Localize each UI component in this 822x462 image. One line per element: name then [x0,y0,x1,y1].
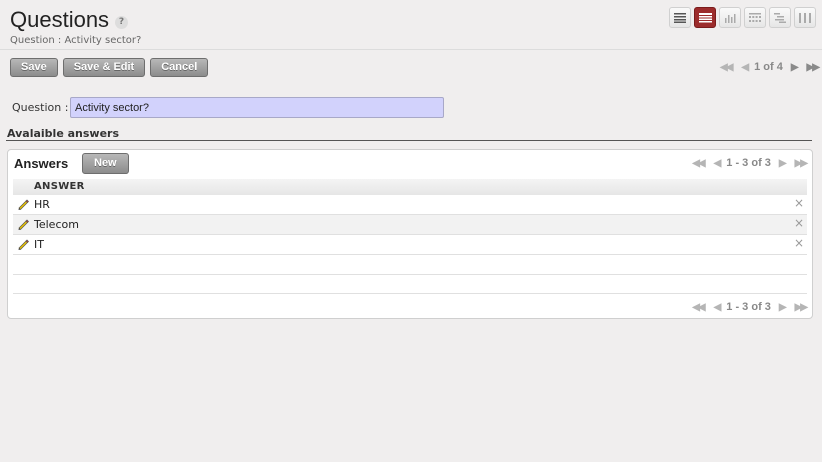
calendar-view-icon [749,12,761,22]
gantt-view-icon [774,12,786,23]
pencil-icon[interactable] [17,238,29,250]
answers-panel: Answers New ◀◀ ◀ 1 - 3 of 3 ▶ ▶▶ ANSWER … [7,149,813,319]
graph-view-icon [725,13,736,23]
new-answer-button[interactable]: New [82,153,129,174]
calendar-view-button[interactable] [744,7,766,28]
section-title: Avalaible answers [7,127,120,140]
graph-view-button[interactable] [719,7,741,28]
list-view-icon [674,12,686,23]
table-row[interactable]: Telecom × [13,215,807,235]
last-record-icon[interactable]: ▶▶ [807,62,820,73]
prev-record-icon[interactable]: ◀ [741,62,749,73]
help-icon[interactable]: ? [115,16,128,29]
answer-cell: IT [34,238,44,251]
last-page-icon[interactable]: ▶▶ [795,302,808,313]
table-row[interactable]: HR × [13,195,807,215]
answer-column-label: ANSWER [34,181,85,192]
prev-page-icon[interactable]: ◀ [714,158,722,169]
delete-icon[interactable]: × [794,196,804,210]
page-header: Questions ? Question : Activity sector? [0,0,822,50]
first-page-icon[interactable]: ◀◀ [692,302,705,313]
last-page-icon[interactable]: ▶▶ [795,158,808,169]
table-row[interactable]: IT × [13,235,807,255]
empty-row [13,256,807,275]
prev-page-icon[interactable]: ◀ [714,302,722,313]
answer-column-header[interactable]: ANSWER [13,179,807,196]
first-page-icon[interactable]: ◀◀ [692,158,705,169]
gantt-view-button[interactable] [769,7,791,28]
delete-icon[interactable]: × [794,216,804,230]
record-pager: ◀◀ ◀ 1 of 4 ▶ ▶▶ [720,61,820,73]
save-and-edit-button[interactable]: Save & Edit [62,58,146,77]
answers-pager-bottom: ◀◀ ◀ 1 - 3 of 3 ▶ ▶▶ [692,301,808,313]
cancel-button[interactable]: Cancel [150,58,209,77]
record-pager-text: 1 of 4 [754,61,783,73]
view-switcher [669,7,816,28]
save-button[interactable]: Save [10,58,58,77]
question-label: Question : [12,101,69,114]
next-page-icon[interactable]: ▶ [779,302,787,313]
empty-row [13,275,807,294]
form-toolbar: Save Save & Edit Cancel [10,58,209,77]
pencil-icon[interactable] [17,198,29,210]
section-divider [6,140,812,141]
next-record-icon[interactable]: ▶ [791,62,799,73]
answer-cell: HR [34,198,50,211]
delete-icon[interactable]: × [794,236,804,250]
breadcrumb: Question : Activity sector? [10,35,142,46]
next-page-icon[interactable]: ▶ [779,158,787,169]
form-view-icon [698,12,712,22]
kanban-view-button[interactable] [794,7,816,28]
page-title: Questions [10,7,110,32]
kanban-view-icon [799,12,811,23]
question-input[interactable] [70,97,444,118]
answers-title: Answers [14,156,69,171]
answer-cell: Telecom [34,218,79,231]
answers-pager-top: ◀◀ ◀ 1 - 3 of 3 ▶ ▶▶ [692,157,808,169]
answers-pager-text: 1 - 3 of 3 [726,301,771,313]
first-record-icon[interactable]: ◀◀ [720,62,733,73]
form-view-button[interactable] [694,7,716,28]
pencil-icon[interactable] [17,218,29,230]
answers-pager-text: 1 - 3 of 3 [726,157,771,169]
list-view-button[interactable] [669,7,691,28]
